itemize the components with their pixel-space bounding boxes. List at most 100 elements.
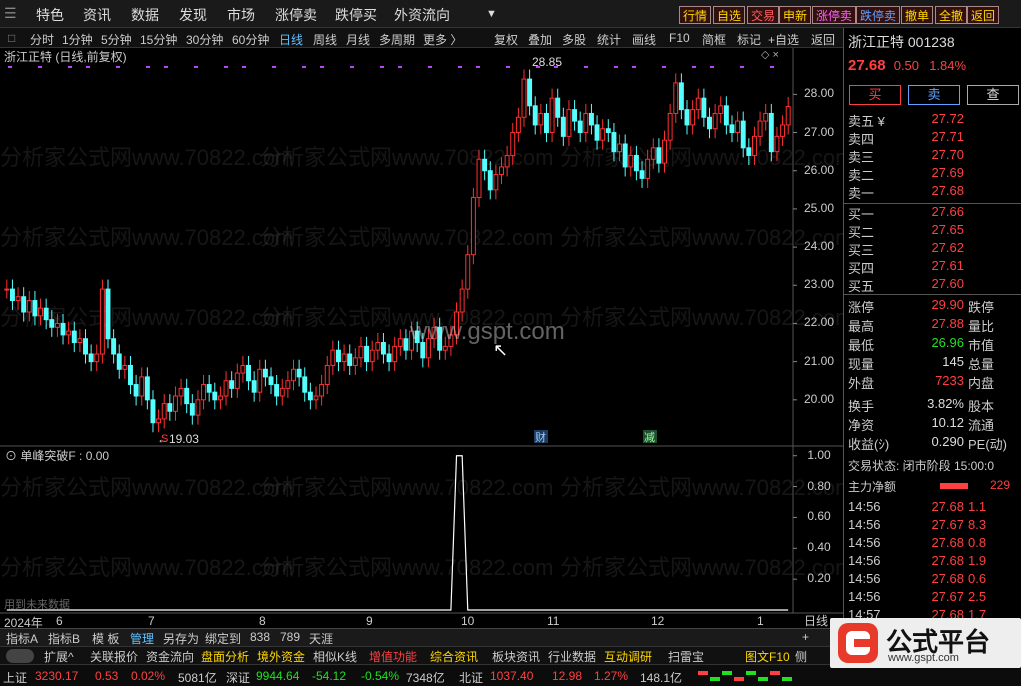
period-tab[interactable]: 5分钟: [101, 31, 132, 48]
indicator-tab[interactable]: 绑定到: [203, 630, 243, 647]
quick-button[interactable]: 撤单: [901, 6, 934, 24]
chevron-down-icon[interactable]: ▼: [486, 8, 497, 20]
candle-body: [195, 399, 201, 416]
toolbar-button[interactable]: 简框: [702, 31, 726, 48]
sub-y-tick-label: 0.40: [807, 540, 831, 555]
function-tab[interactable]: 境外资金: [257, 648, 305, 665]
period-tab[interactable]: 更多 〉: [423, 31, 462, 48]
chart-controls-icon[interactable]: ◇ ×: [761, 48, 779, 61]
indicator-tab[interactable]: 模 板: [90, 630, 121, 647]
quick-button[interactable]: 交易: [747, 6, 780, 24]
y-tick-label: 27.00: [803, 124, 835, 139]
period-tab[interactable]: 分时: [30, 31, 54, 48]
bid-row[interactable]: 买二 27.65: [848, 222, 1018, 240]
toggle-switch[interactable]: [6, 649, 34, 663]
candle-body: [397, 338, 403, 347]
indicator-tab[interactable]: 管理: [128, 630, 156, 647]
function-tab[interactable]: 资金流向: [146, 648, 194, 665]
bid-row[interactable]: 买四 27.61: [848, 258, 1018, 276]
ask-row[interactable]: 卖一 27.68: [848, 183, 1018, 201]
function-tab[interactable]: 盘面分析: [201, 648, 249, 665]
quick-button[interactable]: 行情: [679, 6, 712, 24]
bid-row[interactable]: 买五 27.60: [848, 276, 1018, 294]
period-tab[interactable]: 月线: [346, 31, 370, 48]
toolbar-button[interactable]: 复权: [494, 31, 518, 48]
ask-row[interactable]: 卖二 27.69: [848, 165, 1018, 183]
candle-body: [184, 387, 190, 405]
buy-button[interactable]: 买: [849, 85, 901, 105]
toolbar-button[interactable]: 画线: [632, 31, 656, 48]
period-tab[interactable]: 60分钟: [232, 31, 269, 48]
indicator-tab[interactable]: 789: [278, 630, 302, 644]
function-tab[interactable]: 图文F10: [745, 648, 790, 665]
toolbar-button[interactable]: 返回: [811, 31, 835, 48]
indicator-tab[interactable]: 天涯: [307, 630, 335, 647]
candle-body: [645, 158, 651, 179]
menu-item[interactable]: 市场: [227, 5, 255, 25]
collapse-icon[interactable]: ⊙: [5, 449, 17, 463]
period-tab[interactable]: 15分钟: [140, 31, 177, 48]
function-tab[interactable]: 相似K线: [313, 648, 357, 665]
toolbar-button[interactable]: 多股: [562, 31, 586, 48]
indicator-tab[interactable]: 指标A: [4, 630, 40, 647]
period-tab[interactable]: 周线: [313, 31, 337, 48]
function-tab[interactable]: 板块资讯: [492, 648, 540, 665]
signal-marker: [458, 66, 462, 68]
function-tab[interactable]: 关联报价: [90, 648, 138, 665]
toolbar-button[interactable]: 标记: [737, 31, 761, 48]
candle-body: [105, 288, 111, 340]
bid-row[interactable]: 买一 27.66: [848, 204, 1018, 222]
period-tab[interactable]: 30分钟: [186, 31, 223, 48]
ask-row[interactable]: 卖三 27.70: [848, 147, 1018, 165]
add-icon[interactable]: +: [800, 630, 811, 644]
menu-item[interactable]: 外资流向: [394, 5, 450, 25]
checkbox-icon[interactable]: □: [8, 31, 15, 45]
period-tab[interactable]: 多周期: [379, 31, 415, 48]
sell-button[interactable]: 卖: [908, 85, 960, 105]
toolbar-button[interactable]: F10: [669, 31, 690, 45]
candle-body: [633, 154, 639, 172]
bid-label: 买五: [848, 279, 875, 294]
ask-row[interactable]: 卖五 ¥ 27.72: [848, 111, 1018, 129]
function-tab[interactable]: 增值功能: [369, 648, 417, 665]
menu-item[interactable]: 特色: [36, 5, 64, 25]
function-tab[interactable]: 行业数据: [548, 648, 596, 665]
status-item: 148.1亿: [640, 671, 683, 685]
stat-row: 换手 3.82% 股本: [848, 396, 1018, 414]
function-tab[interactable]: 侧: [795, 648, 807, 665]
period-tab[interactable]: 1分钟: [62, 31, 93, 48]
bid-label: 买四: [848, 261, 875, 276]
indicator-tab[interactable]: 指标B: [46, 630, 82, 647]
ask-row[interactable]: 卖四 27.71: [848, 129, 1018, 147]
query-button[interactable]: 查: [967, 85, 1019, 105]
menu-item[interactable]: 资讯: [83, 5, 111, 25]
quick-button[interactable]: 返回: [967, 6, 1000, 24]
function-tab[interactable]: 扫雷宝: [668, 648, 704, 665]
indicator-tab[interactable]: 另存为: [161, 630, 201, 647]
quick-button[interactable]: 全撤: [935, 6, 968, 24]
indicator-tab[interactable]: 838: [248, 630, 272, 644]
app-menu-icon[interactable]: ☰: [4, 5, 17, 22]
menu-item[interactable]: 跌停买: [335, 5, 377, 25]
quick-button[interactable]: 跌停卖: [856, 6, 901, 24]
signal-marker: [506, 66, 510, 68]
toolbar-button[interactable]: 统计: [597, 31, 621, 48]
candle-body: [684, 109, 690, 126]
quick-button[interactable]: 申新: [779, 6, 812, 24]
menu-item[interactable]: 发现: [179, 5, 207, 25]
candle-body: [54, 322, 60, 328]
menu-item[interactable]: 涨停卖: [275, 5, 317, 25]
candle-body: [740, 120, 746, 149]
function-tab[interactable]: 综合资讯: [430, 648, 478, 665]
period-tab[interactable]: 日线: [279, 31, 303, 48]
toolbar-button[interactable]: +自选: [768, 31, 799, 48]
quick-button[interactable]: 自选: [713, 6, 746, 24]
candle-body: [319, 384, 325, 397]
menu-item[interactable]: 数据: [131, 5, 159, 25]
function-tab[interactable]: 互动调研: [604, 648, 652, 665]
function-tab[interactable]: 扩展^: [44, 648, 74, 665]
quick-button[interactable]: 涨停卖: [812, 6, 857, 24]
bid-row[interactable]: 买三 27.62: [848, 240, 1018, 258]
toolbar-button[interactable]: 叠加: [528, 31, 552, 48]
sub-y-tick-label: 0.80: [807, 478, 831, 493]
